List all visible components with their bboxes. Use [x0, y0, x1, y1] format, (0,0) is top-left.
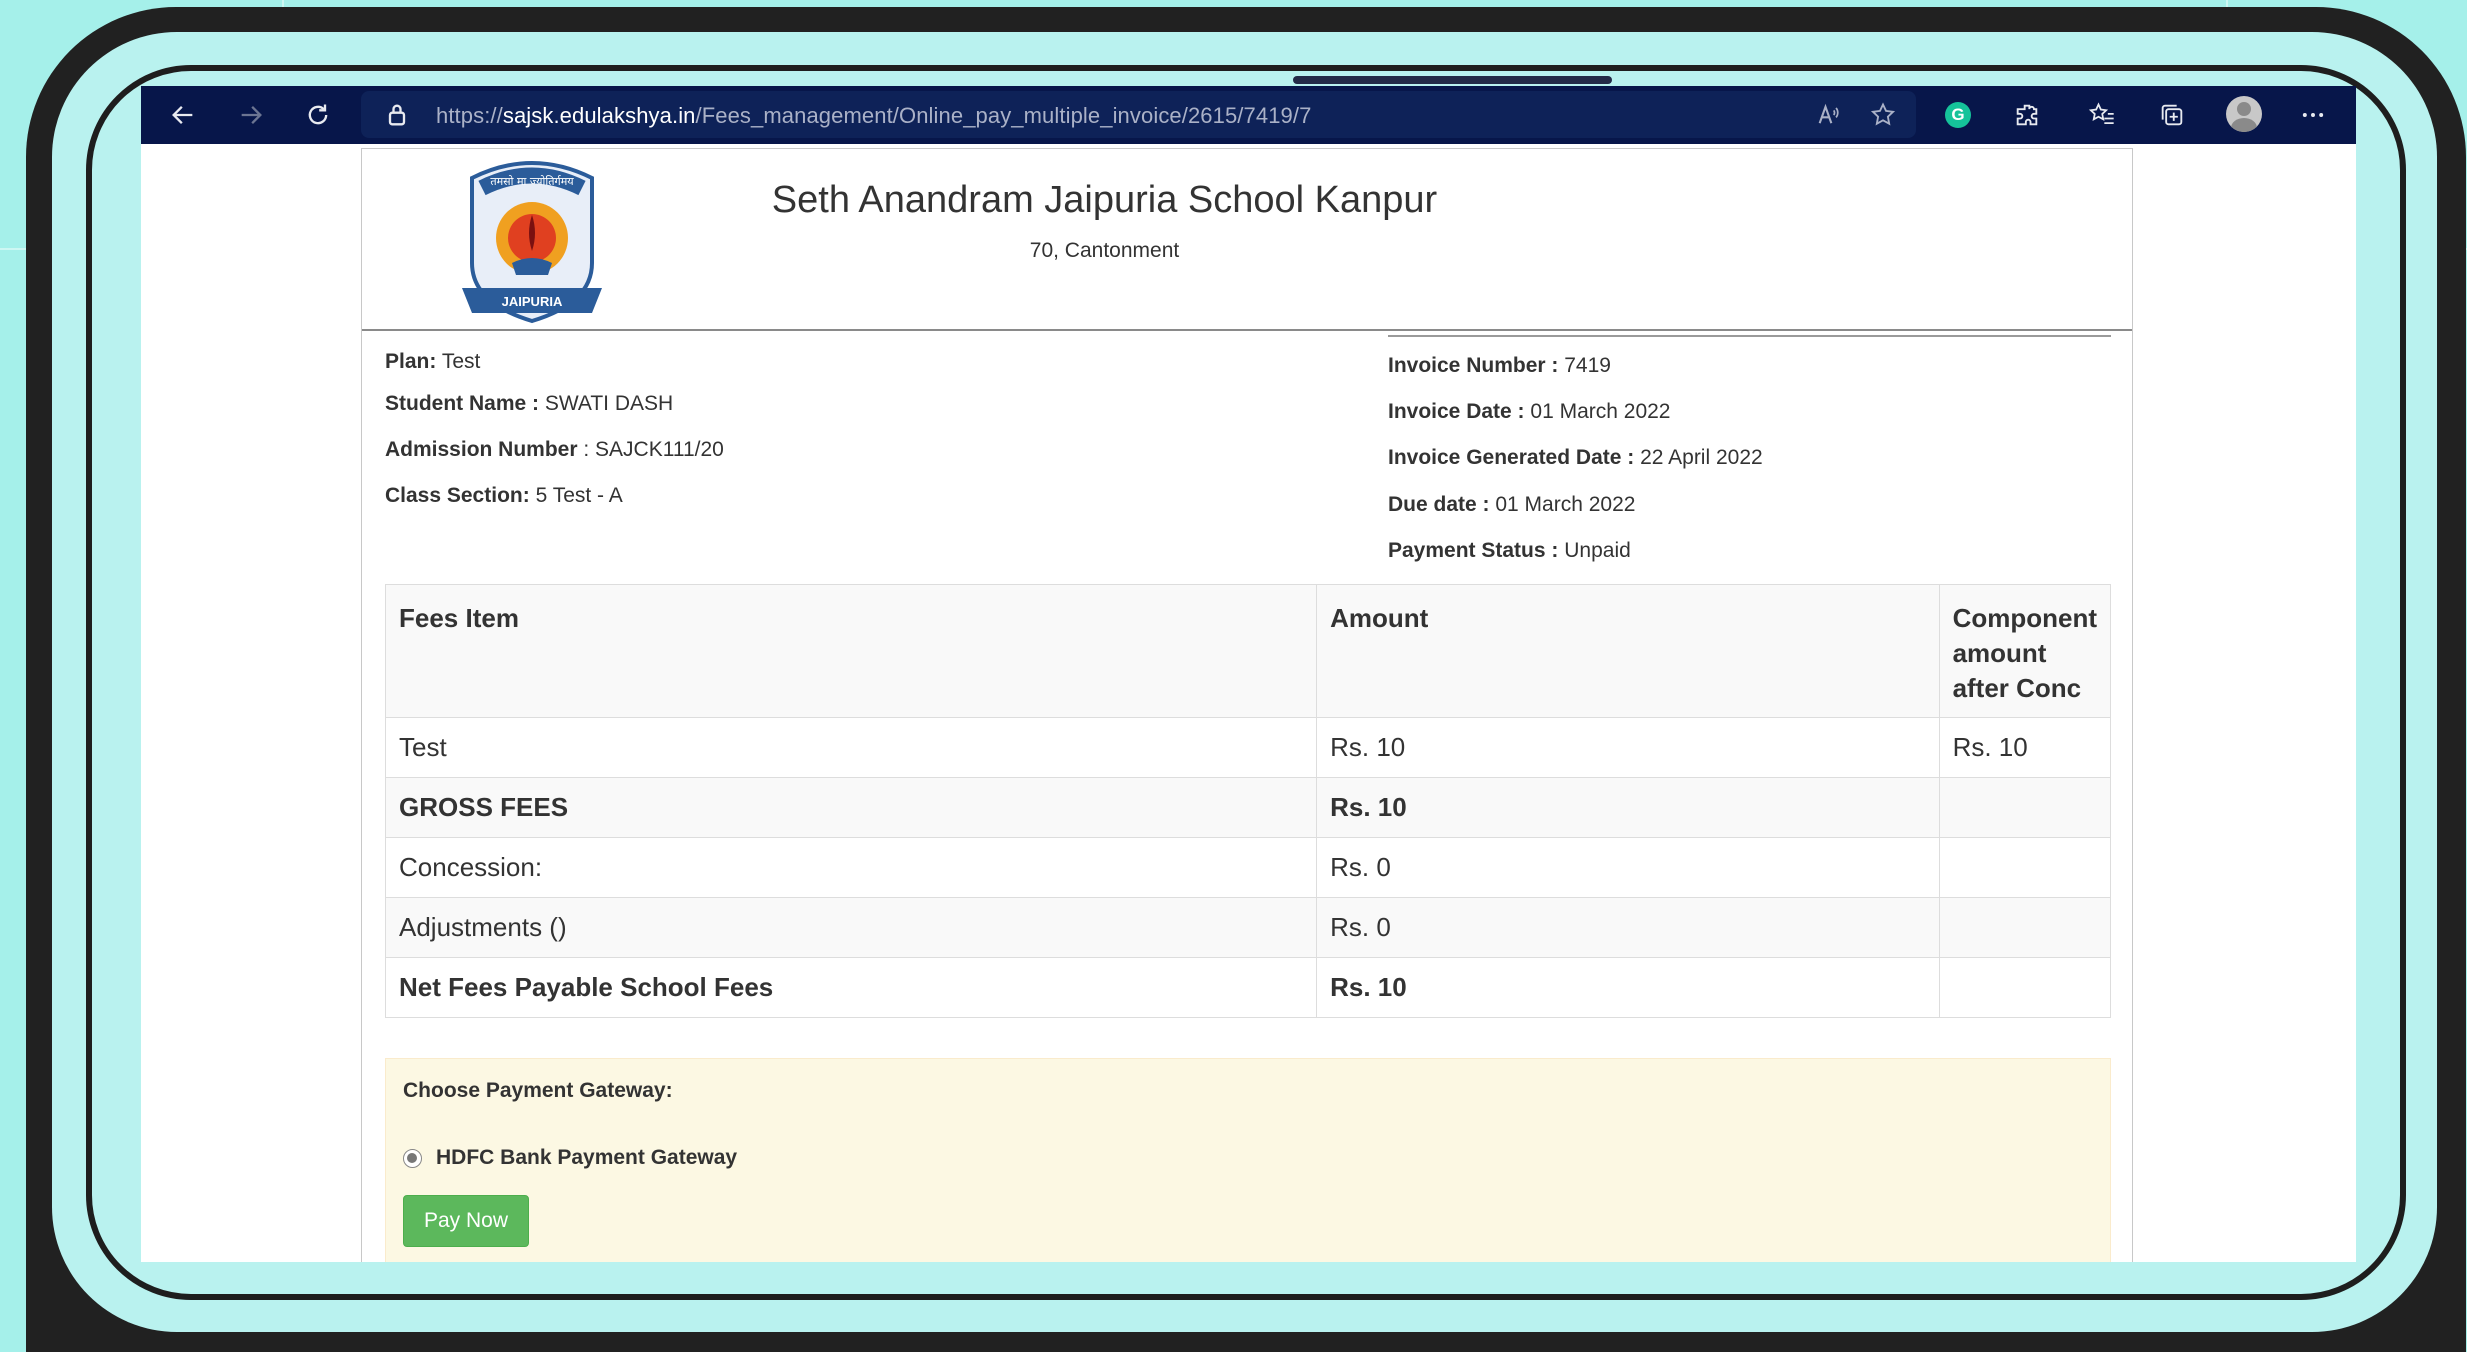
header-amount: Amount [1316, 584, 1940, 718]
hdfc-gateway-label[interactable]: HDFC Bank Payment Gateway [436, 1146, 737, 1170]
extensions-icon[interactable] [2011, 99, 2043, 131]
lock-icon[interactable] [381, 99, 413, 131]
table-row: Adjustments () Rs. 0 [384, 897, 2112, 958]
table-row: GROSS FEES Rs. 10 [384, 777, 2112, 838]
device-notch [1293, 76, 1612, 84]
payment-gateway-panel: Choose Payment Gateway: HDFC Bank Paymen… [385, 1058, 2111, 1262]
invoice-info-divider [1388, 335, 2111, 337]
amount-cell: Rs. 10 [1316, 717, 1940, 778]
invoice-date-row: Invoice Date : 01 March 2022 [1388, 400, 1671, 423]
logo-banner-text: JAIPURIA [502, 294, 563, 309]
grammarly-extension-icon[interactable]: G [1945, 102, 1971, 128]
table-row: Test Rs. 10 Rs. 10 [384, 717, 2112, 778]
header-after-concession: Component amount after Conc [1938, 584, 2112, 718]
url-path: /Fees_management/Online_pay_multiple_inv… [695, 103, 1312, 128]
hdfc-gateway-radio[interactable] [403, 1149, 422, 1168]
add-favorite-icon[interactable] [1867, 99, 1899, 131]
gateway-title: Choose Payment Gateway: [403, 1079, 673, 1102]
more-menu-icon[interactable] [2297, 99, 2329, 131]
invoice-number-row: Invoice Number : 7419 [1388, 354, 1611, 377]
url-text[interactable]: https://sajsk.edulakshya.in/Fees_managem… [436, 103, 1311, 129]
amount-cell: Rs. 10 [1316, 777, 1940, 838]
fees-table: Fees Item Amount Component amount after … [384, 584, 2112, 1018]
fees-item-cell: Concession: [384, 837, 1318, 898]
payment-status-row: Payment Status : Unpaid [1388, 539, 1631, 562]
back-icon[interactable] [167, 99, 199, 131]
school-name: Seth Anandram Jaipuria School Kanpur [771, 179, 1438, 221]
after-conc-cell [1938, 897, 2112, 958]
invoice-generated-date-row: Invoice Generated Date : 22 April 2022 [1388, 446, 1763, 469]
favorites-icon[interactable] [2086, 99, 2118, 131]
table-row: Net Fees Payable School Fees Rs. 10 [384, 957, 2112, 1018]
pay-now-button[interactable]: Pay Now [403, 1195, 529, 1247]
school-address: 70, Cantonment [1029, 239, 1180, 262]
fees-table-header: Fees Item Amount Component amount after … [384, 584, 2112, 718]
read-aloud-icon[interactable] [1813, 99, 1845, 131]
plan-row: Plan: Test [385, 350, 481, 373]
forward-icon[interactable] [235, 99, 267, 131]
amount-cell: Rs. 0 [1316, 837, 1940, 898]
profile-avatar[interactable] [2226, 96, 2262, 132]
after-conc-cell [1938, 837, 2112, 898]
url-scheme: https:// [436, 103, 503, 128]
fees-item-cell: Adjustments () [384, 897, 1318, 958]
table-row: Concession: Rs. 0 [384, 837, 2112, 898]
after-conc-cell [1938, 957, 2112, 1018]
fees-item-cell: Test [384, 717, 1318, 778]
after-conc-cell [1938, 777, 2112, 838]
browser-window: https://sajsk.edulakshya.in/Fees_managem… [141, 86, 2356, 1262]
refresh-icon[interactable] [302, 99, 334, 131]
header-divider [362, 329, 2132, 331]
fees-item-cell: Net Fees Payable School Fees [384, 957, 1318, 1018]
after-conc-cell: Rs. 10 [1938, 717, 2112, 778]
address-bar[interactable]: https://sajsk.edulakshya.in/Fees_managem… [361, 91, 1916, 138]
admission-number-row: Admission Number : SAJCK111/20 [385, 438, 724, 461]
due-date-row: Due date : 01 March 2022 [1388, 493, 1636, 516]
browser-toolbar: https://sajsk.edulakshya.in/Fees_managem… [141, 86, 2356, 144]
student-name-row: Student Name : SWATI DASH [385, 392, 674, 415]
page-content: तमसो मा ज्योतिर्गमय JAIPURIA Seth Anandr… [141, 144, 2356, 1262]
url-host: sajsk.edulakshya.in [502, 103, 696, 128]
fees-item-cell: GROSS FEES [384, 777, 1318, 838]
header-fees-item: Fees Item [384, 584, 1318, 718]
collections-icon[interactable] [2156, 99, 2188, 131]
amount-cell: Rs. 10 [1316, 957, 1940, 1018]
amount-cell: Rs. 0 [1316, 897, 1940, 958]
class-section-row: Class Section: 5 Test - A [385, 484, 623, 507]
